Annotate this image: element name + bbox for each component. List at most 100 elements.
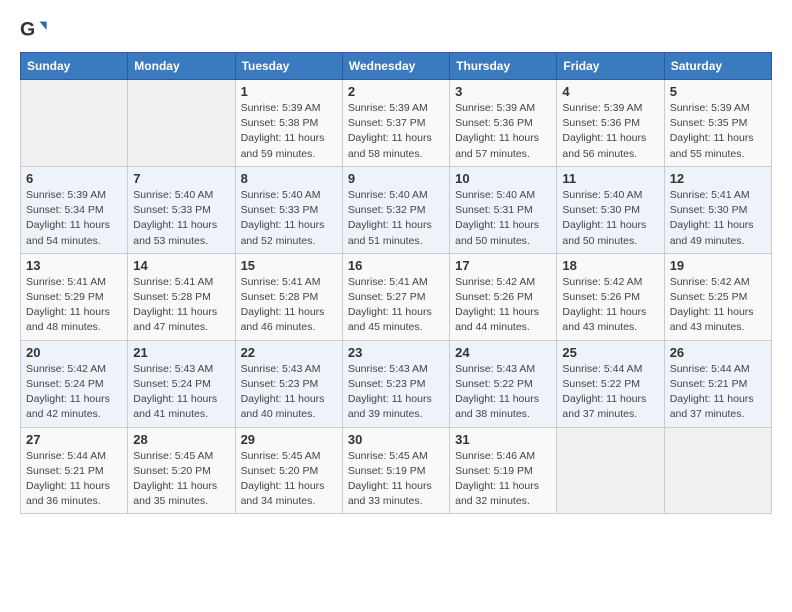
day-number: 30 xyxy=(348,432,444,447)
day-number: 21 xyxy=(133,345,229,360)
calendar-cell: 18 Sunrise: 5:42 AM Sunset: 5:26 PM Dayli… xyxy=(557,253,664,340)
day-info: Sunrise: 5:40 AM Sunset: 5:33 PM Dayligh… xyxy=(241,188,337,249)
day-number: 19 xyxy=(670,258,766,273)
header: G xyxy=(20,16,772,44)
calendar-cell: 28 Sunrise: 5:45 AM Sunset: 5:20 PM Dayli… xyxy=(128,427,235,514)
day-number: 3 xyxy=(455,84,551,99)
calendar-cell: 7 Sunrise: 5:40 AM Sunset: 5:33 PM Daylig… xyxy=(128,166,235,253)
day-number: 29 xyxy=(241,432,337,447)
day-info: Sunrise: 5:45 AM Sunset: 5:20 PM Dayligh… xyxy=(241,449,337,510)
day-info: Sunrise: 5:43 AM Sunset: 5:22 PM Dayligh… xyxy=(455,362,551,423)
calendar-cell: 6 Sunrise: 5:39 AM Sunset: 5:34 PM Daylig… xyxy=(21,166,128,253)
logo: G xyxy=(20,16,52,44)
day-info: Sunrise: 5:40 AM Sunset: 5:32 PM Dayligh… xyxy=(348,188,444,249)
calendar-cell xyxy=(664,427,771,514)
day-info: Sunrise: 5:44 AM Sunset: 5:21 PM Dayligh… xyxy=(670,362,766,423)
day-number: 15 xyxy=(241,258,337,273)
day-info: Sunrise: 5:42 AM Sunset: 5:26 PM Dayligh… xyxy=(562,275,658,336)
day-info: Sunrise: 5:39 AM Sunset: 5:34 PM Dayligh… xyxy=(26,188,122,249)
day-info: Sunrise: 5:39 AM Sunset: 5:36 PM Dayligh… xyxy=(562,101,658,162)
weekday-header-friday: Friday xyxy=(557,53,664,80)
calendar-cell: 30Sunrise: 5:45 AM Sunset: 5:19 PM Dayli… xyxy=(342,427,449,514)
calendar-cell: 1 Sunrise: 5:39 AM Sunset: 5:38 PM Daylig… xyxy=(235,80,342,167)
calendar-cell: 16 Sunrise: 5:41 AM Sunset: 5:27 PM Dayli… xyxy=(342,253,449,340)
day-number: 10 xyxy=(455,171,551,186)
day-info: Sunrise: 5:40 AM Sunset: 5:33 PM Dayligh… xyxy=(133,188,229,249)
day-number: 8 xyxy=(241,171,337,186)
day-info: Sunrise: 5:40 AM Sunset: 5:30 PM Dayligh… xyxy=(562,188,658,249)
calendar-cell: 24 Sunrise: 5:43 AM Sunset: 5:22 PM Dayli… xyxy=(450,340,557,427)
calendar-cell: 13 Sunrise: 5:41 AM Sunset: 5:29 PM Dayli… xyxy=(21,253,128,340)
day-number: 28 xyxy=(133,432,229,447)
calendar-cell: 20Sunrise: 5:42 AM Sunset: 5:24 PM Dayli… xyxy=(21,340,128,427)
calendar-cell: 27 Sunrise: 5:44 AM Sunset: 5:21 PM Dayli… xyxy=(21,427,128,514)
weekday-header-monday: Monday xyxy=(128,53,235,80)
weekday-header-wednesday: Wednesday xyxy=(342,53,449,80)
day-number: 14 xyxy=(133,258,229,273)
calendar-cell: 29 Sunrise: 5:45 AM Sunset: 5:20 PM Dayli… xyxy=(235,427,342,514)
calendar-table: SundayMondayTuesdayWednesdayThursdayFrid… xyxy=(20,52,772,514)
day-number: 6 xyxy=(26,171,122,186)
day-number: 11 xyxy=(562,171,658,186)
day-number: 17 xyxy=(455,258,551,273)
day-info: Sunrise: 5:43 AM Sunset: 5:23 PM Dayligh… xyxy=(241,362,337,423)
calendar-cell: 15 Sunrise: 5:41 AM Sunset: 5:28 PM Dayli… xyxy=(235,253,342,340)
day-info: Sunrise: 5:39 AM Sunset: 5:37 PM Dayligh… xyxy=(348,101,444,162)
day-number: 1 xyxy=(241,84,337,99)
day-number: 13 xyxy=(26,258,122,273)
calendar-cell: 10 Sunrise: 5:40 AM Sunset: 5:31 PM Dayli… xyxy=(450,166,557,253)
day-number: 22 xyxy=(241,345,337,360)
day-info: Sunrise: 5:45 AM Sunset: 5:20 PM Dayligh… xyxy=(133,449,229,510)
svg-text:G: G xyxy=(20,19,35,41)
day-number: 5 xyxy=(670,84,766,99)
day-info: Sunrise: 5:41 AM Sunset: 5:30 PM Dayligh… xyxy=(670,188,766,249)
calendar-cell: 12 Sunrise: 5:41 AM Sunset: 5:30 PM Dayli… xyxy=(664,166,771,253)
day-info: Sunrise: 5:39 AM Sunset: 5:38 PM Dayligh… xyxy=(241,101,337,162)
day-info: Sunrise: 5:44 AM Sunset: 5:21 PM Dayligh… xyxy=(26,449,122,510)
day-number: 12 xyxy=(670,171,766,186)
weekday-header-tuesday: Tuesday xyxy=(235,53,342,80)
day-info: Sunrise: 5:44 AM Sunset: 5:22 PM Dayligh… xyxy=(562,362,658,423)
calendar-cell: 25 Sunrise: 5:44 AM Sunset: 5:22 PM Dayli… xyxy=(557,340,664,427)
calendar-cell: 22 Sunrise: 5:43 AM Sunset: 5:23 PM Dayli… xyxy=(235,340,342,427)
calendar-cell xyxy=(21,80,128,167)
calendar-cell xyxy=(557,427,664,514)
day-info: Sunrise: 5:41 AM Sunset: 5:27 PM Dayligh… xyxy=(348,275,444,336)
calendar-cell: 19 Sunrise: 5:42 AM Sunset: 5:25 PM Dayli… xyxy=(664,253,771,340)
calendar-cell: 3 Sunrise: 5:39 AM Sunset: 5:36 PM Daylig… xyxy=(450,80,557,167)
day-info: Sunrise: 5:40 AM Sunset: 5:31 PM Dayligh… xyxy=(455,188,551,249)
day-number: 20 xyxy=(26,345,122,360)
calendar-week-3: 13 Sunrise: 5:41 AM Sunset: 5:29 PM Dayli… xyxy=(21,253,772,340)
calendar-cell: 8 Sunrise: 5:40 AM Sunset: 5:33 PM Daylig… xyxy=(235,166,342,253)
calendar-cell: 17 Sunrise: 5:42 AM Sunset: 5:26 PM Dayli… xyxy=(450,253,557,340)
day-number: 31 xyxy=(455,432,551,447)
day-info: Sunrise: 5:42 AM Sunset: 5:26 PM Dayligh… xyxy=(455,275,551,336)
calendar-week-1: 1 Sunrise: 5:39 AM Sunset: 5:38 PM Daylig… xyxy=(21,80,772,167)
day-info: Sunrise: 5:39 AM Sunset: 5:36 PM Dayligh… xyxy=(455,101,551,162)
day-number: 27 xyxy=(26,432,122,447)
day-info: Sunrise: 5:41 AM Sunset: 5:29 PM Dayligh… xyxy=(26,275,122,336)
day-number: 7 xyxy=(133,171,229,186)
calendar-cell: 2Sunrise: 5:39 AM Sunset: 5:37 PM Daylig… xyxy=(342,80,449,167)
day-number: 18 xyxy=(562,258,658,273)
day-number: 26 xyxy=(670,345,766,360)
day-info: Sunrise: 5:39 AM Sunset: 5:35 PM Dayligh… xyxy=(670,101,766,162)
day-number: 4 xyxy=(562,84,658,99)
calendar-cell: 9 Sunrise: 5:40 AM Sunset: 5:32 PM Daylig… xyxy=(342,166,449,253)
calendar-week-4: 20Sunrise: 5:42 AM Sunset: 5:24 PM Dayli… xyxy=(21,340,772,427)
calendar-cell: 4 Sunrise: 5:39 AM Sunset: 5:36 PM Daylig… xyxy=(557,80,664,167)
day-number: 25 xyxy=(562,345,658,360)
day-number: 16 xyxy=(348,258,444,273)
weekday-header-sunday: Sunday xyxy=(21,53,128,80)
day-number: 9 xyxy=(348,171,444,186)
calendar-cell: 5 Sunrise: 5:39 AM Sunset: 5:35 PM Daylig… xyxy=(664,80,771,167)
day-info: Sunrise: 5:43 AM Sunset: 5:23 PM Dayligh… xyxy=(348,362,444,423)
logo-icon: G xyxy=(20,16,48,44)
day-info: Sunrise: 5:41 AM Sunset: 5:28 PM Dayligh… xyxy=(241,275,337,336)
calendar-cell: 26 Sunrise: 5:44 AM Sunset: 5:21 PM Dayli… xyxy=(664,340,771,427)
calendar-week-2: 6 Sunrise: 5:39 AM Sunset: 5:34 PM Daylig… xyxy=(21,166,772,253)
day-info: Sunrise: 5:42 AM Sunset: 5:25 PM Dayligh… xyxy=(670,275,766,336)
day-number: 24 xyxy=(455,345,551,360)
calendar-cell: 21Sunrise: 5:43 AM Sunset: 5:24 PM Dayli… xyxy=(128,340,235,427)
calendar-cell: 23Sunrise: 5:43 AM Sunset: 5:23 PM Dayli… xyxy=(342,340,449,427)
